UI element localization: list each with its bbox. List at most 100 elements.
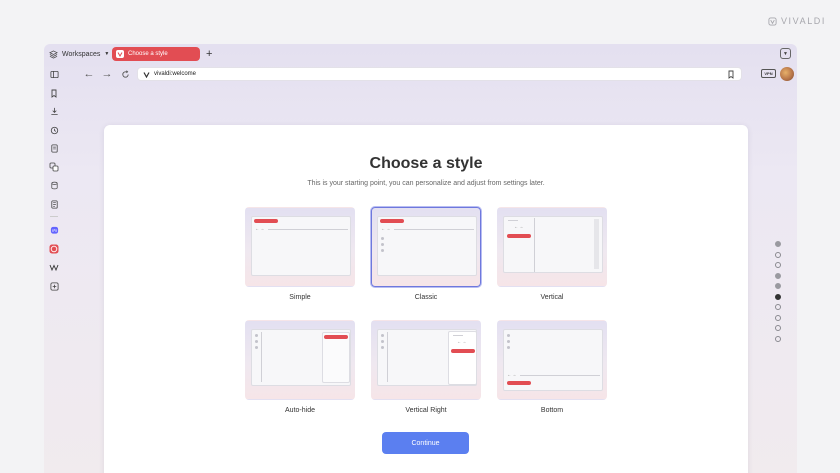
reading-list-icon[interactable] <box>48 179 60 191</box>
style-option-classic[interactable]: ← → Classic <box>371 207 481 301</box>
preview-panel-dot <box>507 340 510 343</box>
vivaldi-favicon-icon <box>116 50 124 58</box>
style-preview-auto-hide <box>245 320 355 400</box>
preview-panel-dot <box>381 249 384 252</box>
page-dot-2[interactable] <box>775 251 781 258</box>
chevron-down-icon: ▼ <box>783 50 788 57</box>
reload-button[interactable] <box>118 65 132 83</box>
panel-toggle-icon[interactable] <box>48 68 60 80</box>
style-option-bottom[interactable]: ← → Bottom <box>497 320 607 414</box>
preview-tab <box>380 219 404 223</box>
downloads-icon[interactable] <box>48 105 60 117</box>
page-title: Choose a style <box>369 155 483 172</box>
page-dot-8[interactable] <box>775 314 781 321</box>
page-dot-5[interactable] <box>775 283 781 289</box>
preview-window: ← → <box>377 216 477 276</box>
preview-addressbar <box>520 375 600 376</box>
tab-menu-button[interactable]: ▼ <box>780 48 791 59</box>
preview-window: ← → <box>251 216 351 276</box>
bookmark-icon[interactable] <box>727 70 735 79</box>
preview-nav: ← → <box>255 226 265 231</box>
vpn-button[interactable]: VPN <box>761 69 776 78</box>
preview-panel-dot <box>255 346 258 349</box>
preview-divider <box>261 332 262 382</box>
preview-tab <box>324 335 348 339</box>
mastodon-icon[interactable] <box>48 224 60 236</box>
window-icon[interactable] <box>48 198 60 210</box>
chevron-down-icon: ▼ <box>104 51 110 57</box>
continue-button[interactable]: Continue <box>382 432 469 454</box>
preview-panel-dot <box>507 334 510 337</box>
preview-overlay <box>322 332 350 383</box>
preview-tab <box>451 349 475 353</box>
preview-nav: ← → <box>514 224 524 229</box>
style-option-label: Bottom <box>540 407 564 414</box>
preview-window: ← → <box>377 329 477 386</box>
new-tab-button[interactable]: + <box>206 47 212 61</box>
preview-panel-dot <box>381 237 384 240</box>
preview-addressbar <box>453 335 463 336</box>
style-option-label: Vertical <box>540 294 564 301</box>
preview-divider <box>387 332 388 382</box>
preview-window <box>251 329 351 386</box>
style-option-label: Vertical Right <box>405 407 447 414</box>
page-dot-7[interactable] <box>775 304 781 310</box>
page-dot-1[interactable] <box>775 241 781 247</box>
vivaldi-icon[interactable] <box>48 243 60 255</box>
tab-bar: Workspaces ▼ Choose a style + ▼ <box>44 44 797 64</box>
address-bar-row: ← → vivaldi:welcome VPN <box>44 65 797 83</box>
preview-addressbar <box>394 229 474 230</box>
tab-choose-a-style[interactable]: Choose a style <box>112 47 200 61</box>
preview-panel-dot <box>381 334 384 337</box>
preview-panel-dot <box>255 334 258 337</box>
style-option-vertical-right[interactable]: ← → Vertical Right <box>371 320 481 414</box>
style-option-vertical[interactable]: ← → Vertical <box>497 207 607 301</box>
page-dot-10[interactable] <box>775 335 781 342</box>
style-preview-vertical-right: ← → <box>371 320 481 400</box>
vivaldi-logo: VIVALDI <box>768 16 826 26</box>
bookmarks-icon[interactable] <box>48 87 60 99</box>
workspaces-icon <box>49 49 58 59</box>
onboarding-pagination <box>775 241 782 346</box>
preview-tab <box>507 234 531 238</box>
preview-panel-dot <box>381 243 384 246</box>
wikipedia-icon[interactable] <box>48 261 60 273</box>
preview-panel-dot <box>507 346 510 349</box>
url-field[interactable]: vivaldi:welcome <box>137 67 742 81</box>
style-preview-simple: ← → <box>245 207 355 287</box>
preview-nav: ← → <box>457 339 467 344</box>
preview-addressbar <box>268 229 348 230</box>
preview-panel-dot <box>255 340 258 343</box>
workspaces-button[interactable]: Workspaces ▼ <box>49 47 109 61</box>
page-subtitle: This is your starting point, you can per… <box>307 180 545 187</box>
page-dot-4[interactable] <box>775 272 781 279</box>
preview-tab <box>254 219 278 223</box>
style-option-label: Auto-hide <box>285 407 315 414</box>
page-dot-3[interactable] <box>775 262 781 268</box>
tab-title: Choose a style <box>128 51 168 57</box>
panel-divider <box>50 216 58 217</box>
history-icon[interactable] <box>48 124 60 136</box>
style-option-label: Classic <box>414 294 438 301</box>
vivaldi-site-icon <box>143 71 150 78</box>
vivaldi-logo-icon <box>768 16 777 26</box>
forward-button[interactable]: → <box>100 65 114 83</box>
browser-window: Workspaces ▼ Choose a style + ▼ ← → viva… <box>44 44 797 473</box>
notes-icon[interactable] <box>48 142 60 154</box>
workspaces-label: Workspaces <box>62 50 101 58</box>
style-preview-vertical: ← → <box>497 207 607 287</box>
style-option-auto-hide[interactable]: Auto-hide <box>245 320 355 414</box>
page-dot-9[interactable] <box>775 325 781 331</box>
preview-addressbar <box>508 220 518 221</box>
translate-icon[interactable] <box>48 161 60 173</box>
add-panel-icon[interactable] <box>48 280 60 292</box>
preview-nav: ← → <box>381 226 391 231</box>
reload-icon <box>121 69 129 78</box>
preview-window: ← → <box>503 216 603 273</box>
profile-avatar[interactable] <box>780 67 794 81</box>
page-dot-6[interactable] <box>775 293 781 300</box>
back-button[interactable]: ← <box>82 65 96 83</box>
preview-nav: ← → <box>507 372 517 377</box>
style-option-simple[interactable]: ← → Simple <box>245 207 355 301</box>
preview-panel-dot <box>381 346 384 349</box>
